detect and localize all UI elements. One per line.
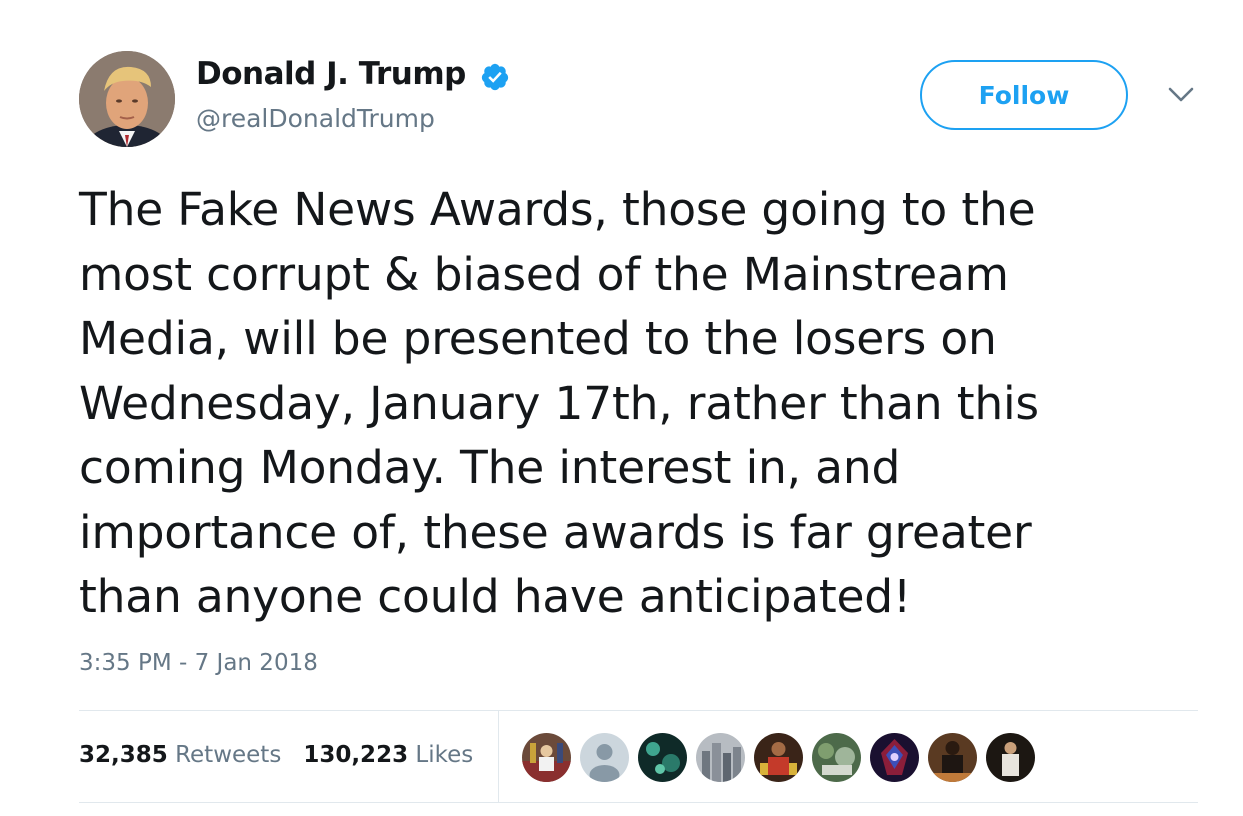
- likes-label: Likes: [415, 742, 474, 768]
- liker-photo-icon: [812, 733, 861, 782]
- chevron-down-icon[interactable]: [1168, 86, 1194, 104]
- retweets-stat[interactable]: 32,385 Retweets: [79, 742, 281, 768]
- author-name[interactable]: Donald J. Trump: [196, 56, 466, 92]
- retweets-label: Retweets: [175, 742, 282, 768]
- liker-photo-icon: [754, 733, 803, 782]
- liker-avatar[interactable]: [870, 733, 919, 782]
- tweet-stats: 32,385 Retweets 130,223 Likes: [79, 742, 473, 768]
- liker-avatar[interactable]: [812, 733, 861, 782]
- liker-avatar[interactable]: [580, 733, 629, 782]
- stats-top-divider: [79, 710, 1198, 711]
- author-handle[interactable]: @realDonaldTrump: [196, 104, 435, 133]
- liker-photo-icon: [638, 733, 687, 782]
- likes-stat[interactable]: 130,223 Likes: [303, 742, 473, 768]
- retweets-count: 32,385: [79, 742, 168, 768]
- tweet-text: The Fake News Awards, those going to the…: [79, 183, 1039, 623]
- default-profile-icon: [580, 733, 629, 782]
- liker-photo-icon: [986, 733, 1035, 782]
- follow-button[interactable]: Follow: [920, 60, 1128, 130]
- liker-photo-icon: [928, 733, 977, 782]
- liker-avatar[interactable]: [754, 733, 803, 782]
- liker-avatar[interactable]: [986, 733, 1035, 782]
- liker-photo-icon: [522, 733, 571, 782]
- likes-count: 130,223: [303, 742, 409, 768]
- liker-avatar[interactable]: [696, 733, 745, 782]
- likers-avatar-list: [522, 733, 1035, 782]
- liker-photo-icon: [696, 733, 745, 782]
- profile-photo-icon: [79, 51, 175, 147]
- tweet-timestamp[interactable]: 3:35 PM - 7 Jan 2018: [79, 650, 318, 676]
- liker-photo-icon: [870, 733, 919, 782]
- verified-badge-icon: [481, 63, 509, 91]
- stats-bottom-divider: [79, 802, 1198, 803]
- author-avatar[interactable]: [79, 51, 175, 147]
- stats-vertical-divider: [498, 711, 499, 802]
- liker-avatar[interactable]: [928, 733, 977, 782]
- liker-avatar[interactable]: [638, 733, 687, 782]
- liker-avatar[interactable]: [522, 733, 571, 782]
